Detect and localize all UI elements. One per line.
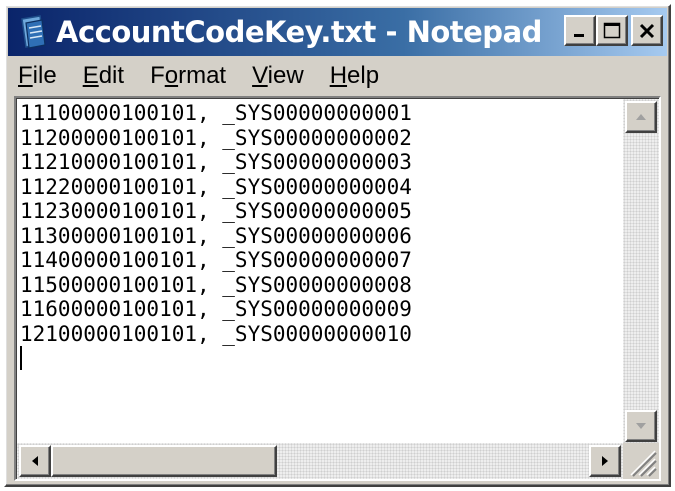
menu-view[interactable]: View [252,62,304,90]
menu-file[interactable]: File [18,62,57,90]
title-bar[interactable]: AccountCodeKey.txt - Notepad [8,8,667,56]
window-title: AccountCodeKey.txt - Notepad [56,15,542,49]
arrow-left-icon [32,456,38,466]
text-line: 11200000100101, _SYS00000000002 [20,125,412,150]
editor-frame: 11100000100101, _SYS00000000001 11200000… [14,96,661,481]
text-line: 11100000100101, _SYS00000000001 [20,101,412,125]
horizontal-scrollbar[interactable] [17,443,623,479]
text-line: 11300000100101, _SYS00000000006 [20,223,412,248]
menu-help[interactable]: Help [330,62,379,90]
scroll-left-button[interactable] [19,445,51,477]
text-line: 11220000100101, _SYS00000000004 [20,174,412,199]
notepad-icon [21,15,46,49]
close-icon [639,23,655,38]
text-line: 11500000100101, _SYS00000000008 [20,272,412,297]
text-line: 11210000100101, _SYS00000000003 [20,150,412,174]
arrow-right-icon [602,456,608,466]
menu-bar: File Edit Format View Help [8,58,667,94]
scroll-right-button[interactable] [589,445,621,477]
text-line: 12100000100101, _SYS00000000010 [20,321,412,346]
close-button[interactable] [631,15,663,46]
minimize-icon [574,33,584,37]
maximize-button[interactable] [596,15,628,46]
text-line: 11230000100101, _SYS00000000005 [20,199,412,223]
text-line: 11600000100101, _SYS00000000009 [20,297,412,321]
resize-grip[interactable] [623,443,659,479]
vertical-scrollbar[interactable] [623,99,659,444]
text-line: 11400000100101, _SYS00000000007 [20,248,412,272]
title-buttons [564,15,663,46]
horizontal-scroll-thumb[interactable] [51,445,277,477]
scroll-up-button[interactable] [625,101,657,133]
menu-edit[interactable]: Edit [83,62,124,90]
minimize-button[interactable] [564,15,596,46]
text-editor[interactable]: 11100000100101, _SYS00000000001 11200000… [17,99,623,444]
text-caret [20,346,22,370]
maximize-icon [603,22,621,38]
notepad-window: AccountCodeKey.txt - Notepad File Edit F… [4,4,671,487]
arrow-down-icon [636,423,646,429]
scroll-down-button[interactable] [625,410,657,442]
resize-grip-icon [630,450,657,477]
arrow-up-icon [636,114,646,120]
menu-format[interactable]: Format [150,62,226,90]
